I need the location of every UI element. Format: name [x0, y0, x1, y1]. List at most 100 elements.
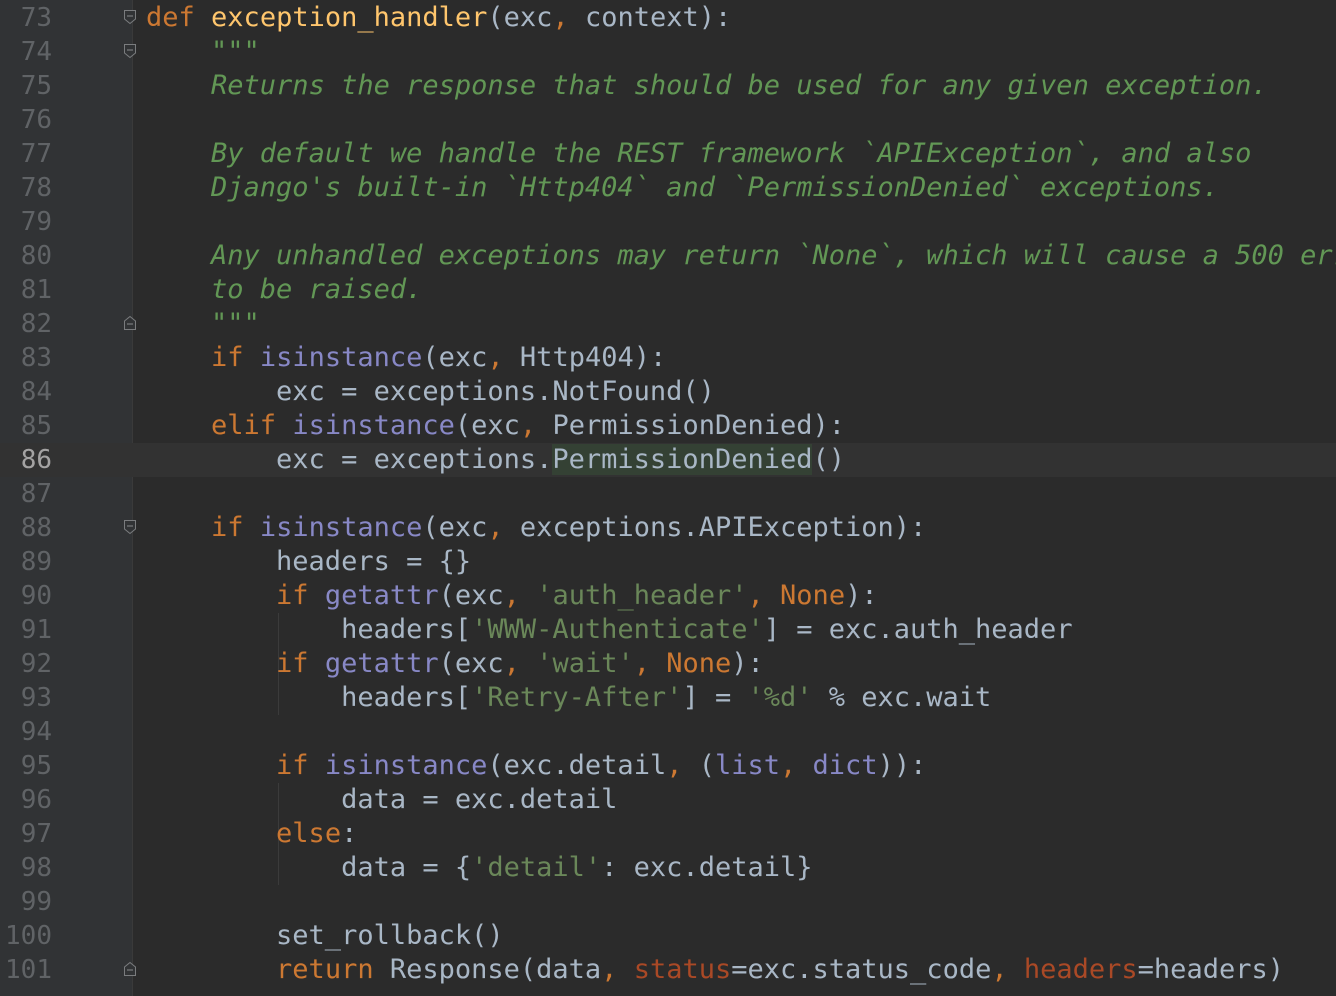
code-text[interactable]: headers['Retry-After'] = '%d' % exc.wait — [146, 681, 991, 715]
code-line[interactable]: 97 else: — [0, 817, 1336, 851]
code-editor[interactable]: 73 def exception_handler(exc, context): 74… — [0, 0, 1336, 996]
line-number: 90 — [20, 581, 52, 611]
code-text[interactable]: if isinstance(exc, exceptions.APIExcepti… — [146, 511, 926, 545]
fold-end-icon[interactable] — [123, 961, 137, 977]
code-line[interactable]: 95 if isinstance(exc.detail, (list, dict… — [0, 749, 1336, 783]
code-token: (exc — [422, 512, 488, 543]
code-line[interactable]: 82 """ — [0, 307, 1336, 341]
fold-start-icon[interactable] — [123, 519, 137, 535]
code-token: list — [714, 750, 781, 781]
code-line[interactable]: 94 — [0, 715, 1336, 749]
code-line[interactable]: 100 set_rollback() — [0, 919, 1336, 953]
code-line[interactable]: 83 if isinstance(exc, Http404): — [0, 341, 1336, 375]
code-line[interactable]: 78 Django's built-in `Http404` and `Perm… — [0, 171, 1336, 205]
code-text[interactable]: set_rollback() — [146, 919, 504, 953]
code-text[interactable]: headers['WWW-Authenticate'] = exc.auth_h… — [146, 613, 1073, 647]
code-token: None — [780, 580, 846, 611]
code-line[interactable]: 91 headers['WWW-Authenticate'] = exc.aut… — [0, 613, 1336, 647]
code-token: exc = exceptions. — [146, 444, 553, 475]
code-text[interactable]: def exception_handler(exc, context): — [146, 1, 731, 35]
code-line[interactable]: 81 to be raised. — [0, 273, 1336, 307]
code-token: (exc.detail — [487, 750, 667, 781]
code-line[interactable]: 84 exc = exceptions.NotFound() — [0, 375, 1336, 409]
code-line[interactable]: 74 """ — [0, 35, 1336, 69]
code-token: , — [519, 410, 537, 441]
code-text[interactable]: By default we handle the REST framework … — [146, 137, 1251, 171]
code-token: ] = exc.auth_header — [763, 614, 1073, 645]
code-line[interactable]: 90 if getattr(exc, 'auth_header', None): — [0, 579, 1336, 613]
code-text[interactable]: data = exc.detail — [146, 783, 617, 817]
code-text[interactable]: return Response(data, status=exc.status_… — [146, 953, 1284, 987]
line-number: 83 — [20, 343, 52, 373]
line-number: 91 — [20, 615, 52, 645]
code-line[interactable]: 98 data = {'detail': exc.detail} — [0, 851, 1336, 885]
code-token: : — [341, 818, 358, 849]
code-text[interactable]: exc = exceptions.NotFound() — [146, 375, 715, 409]
code-text[interactable]: exc = exceptions.PermissionDenied() — [146, 443, 845, 477]
line-number: 73 — [20, 3, 52, 33]
line-number: 86 — [20, 445, 52, 475]
line-number: 87 — [20, 479, 52, 509]
code-text[interactable]: else: — [146, 817, 357, 851]
code-line[interactable]: 93 headers['Retry-After'] = '%d' % exc.w… — [0, 681, 1336, 715]
code-line[interactable]: 87 — [0, 477, 1336, 511]
code-line[interactable]: 92 if getattr(exc, 'wait', None): — [0, 647, 1336, 681]
fold-start-icon[interactable] — [123, 43, 137, 59]
current-code-line[interactable]: 86 exc = exceptions.PermissionDenied() — [0, 443, 1336, 477]
code-token: data = exc.detail — [146, 784, 618, 815]
line-number: 84 — [20, 377, 52, 407]
code-text[interactable]: headers = {} — [146, 545, 471, 579]
code-token: )): — [877, 750, 927, 781]
code-token: =headers) — [1137, 954, 1284, 985]
code-token: , — [601, 954, 618, 985]
code-text[interactable]: Django's built-in `Http404` and `Permiss… — [146, 171, 1219, 205]
code-text[interactable]: Any unhandled exceptions may return `Non… — [146, 239, 1336, 273]
code-line[interactable]: 79 — [0, 205, 1336, 239]
line-number: 98 — [20, 853, 52, 883]
code-line[interactable]: 77 By default we handle the REST framewo… — [0, 137, 1336, 171]
code-line[interactable]: 89 headers = {} — [0, 545, 1336, 579]
code-token: Http404): — [503, 342, 667, 373]
code-line[interactable]: 99 — [0, 885, 1336, 919]
code-token: (exc — [438, 648, 504, 679]
code-line[interactable]: 76 — [0, 103, 1336, 137]
code-line[interactable]: 80 Any unhandled exceptions may return `… — [0, 239, 1336, 273]
line-number: 79 — [20, 207, 52, 237]
line-number: 75 — [20, 71, 52, 101]
code-token: ] = — [682, 682, 748, 713]
code-token: 'detail' — [471, 852, 602, 883]
code-token: , — [666, 750, 683, 781]
code-line[interactable]: 88 if isinstance(exc, exceptions.APIExce… — [0, 511, 1336, 545]
line-number: 76 — [20, 105, 52, 135]
code-line[interactable]: 75 Returns the response that should be u… — [0, 69, 1336, 103]
code-text[interactable]: elif isinstance(exc, PermissionDenied): — [146, 409, 845, 443]
code-token: ): — [845, 580, 878, 611]
code-text[interactable]: """ — [146, 35, 260, 69]
code-line[interactable]: 73 def exception_handler(exc, context): — [0, 1, 1336, 35]
code-text[interactable]: data = {'detail': exc.detail} — [146, 851, 812, 885]
code-text[interactable]: if isinstance(exc.detail, (list, dict)): — [146, 749, 926, 783]
code-text[interactable]: if getattr(exc, 'wait', None): — [146, 647, 764, 681]
code-line[interactable]: 101 return Response(data, status=exc.sta… — [0, 953, 1336, 987]
code-token: 'auth_header' — [536, 580, 748, 611]
code-text[interactable]: if getattr(exc, 'auth_header', None): — [146, 579, 878, 613]
code-text[interactable]: Returns the response that should be used… — [146, 69, 1268, 103]
fold-start-icon[interactable] — [123, 9, 137, 25]
code-text[interactable]: if isinstance(exc, Http404): — [146, 341, 666, 375]
code-line[interactable]: 85 elif isinstance(exc, PermissionDenied… — [0, 409, 1336, 443]
code-text[interactable]: """ — [146, 307, 260, 341]
fold-end-icon[interactable] — [123, 315, 137, 331]
code-text[interactable]: to be raised. — [146, 273, 422, 307]
code-token: headers = {} — [146, 546, 472, 577]
code-line[interactable]: 96 data = exc.detail — [0, 783, 1336, 817]
